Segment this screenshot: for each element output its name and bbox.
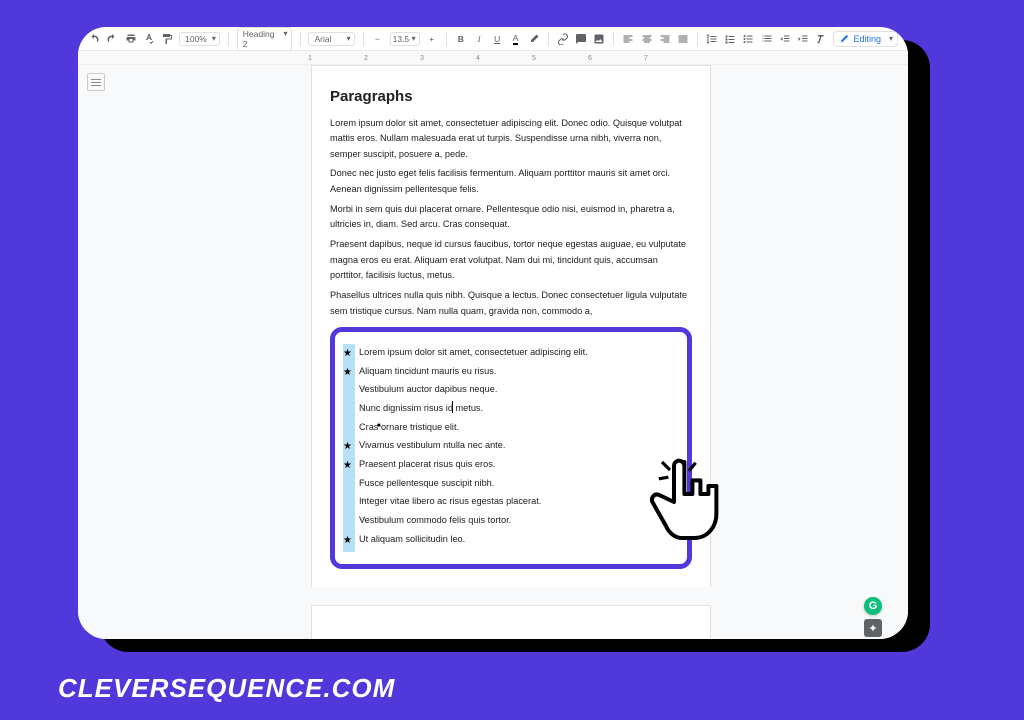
text-color-icon[interactable]: A	[509, 32, 521, 46]
list-item[interactable]: Aliquam tincidunt mauris eu risus.	[343, 364, 673, 380]
bulleted-list-icon[interactable]	[742, 32, 754, 46]
selection-highlight: Lorem ipsum dolor sit amet, consectetuer…	[330, 327, 692, 569]
explore-button[interactable]: ✦	[864, 619, 882, 637]
workspace: Paragraphs Lorem ipsum dolor sit amet, c…	[78, 65, 908, 639]
list-item[interactable]: Integer vitae libero ac risus egestas pl…	[343, 494, 673, 510]
list-item[interactable]: Vestibulum auctor dapibus neque.	[343, 382, 673, 398]
paint-format-icon[interactable]	[161, 32, 173, 46]
page-1[interactable]: Paragraphs Lorem ipsum dolor sit amet, c…	[311, 65, 711, 587]
checklist-icon[interactable]	[724, 32, 736, 46]
line-spacing-icon[interactable]	[706, 32, 718, 46]
insert-image-icon[interactable]	[593, 32, 605, 46]
caret-line: Nunc dignissim risus id metus.	[359, 401, 483, 417]
document-outline-icon[interactable]	[87, 73, 105, 91]
body-paragraph: Praesent dapibus, neque id cursus faucib…	[330, 237, 692, 284]
ruler-mark: 4	[476, 55, 480, 62]
insert-comment-icon[interactable]	[575, 32, 587, 46]
decrease-indent-icon[interactable]	[779, 32, 791, 46]
watermark: CLEVERSEQUENCE.COM	[58, 673, 395, 704]
list-item[interactable]: Praesent placerat risus quis eros.	[343, 457, 673, 473]
list-item[interactable]: Fusce pellentesque suscipit nibh.	[343, 476, 673, 492]
italic-icon[interactable]: I	[473, 32, 485, 46]
body-paragraph: Donec nec justo eget felis facilisis fer…	[330, 166, 692, 197]
spellcheck-icon[interactable]	[143, 32, 155, 46]
mode-label: Editing	[853, 34, 881, 44]
zoom-select[interactable]: 100%	[179, 32, 220, 46]
ruler-mark: 1	[308, 55, 312, 62]
left-sidebar	[78, 65, 114, 639]
ruler-mark: 6	[588, 55, 592, 62]
numbered-list-icon[interactable]	[761, 32, 773, 46]
decrease-font-icon[interactable]: −	[371, 32, 383, 46]
ruler-mark: 3	[420, 55, 424, 62]
list-item[interactable]: Ut aliquam sollicitudin leo.	[343, 532, 673, 548]
list-item[interactable]: Vestibulum commodo felis quis tortor.	[343, 513, 673, 529]
align-justify-icon[interactable]	[677, 32, 689, 46]
ruler-mark: 7	[644, 55, 648, 62]
clear-formatting-icon[interactable]	[815, 32, 827, 46]
body-paragraph: Phasellus ultrices nulla quis nibh. Quis…	[330, 288, 692, 319]
body-paragraph: Morbi in sem quis dui placerat ornare. P…	[330, 202, 692, 233]
list-item[interactable]: Nunc dignissim risus id metus.	[343, 401, 673, 417]
align-center-icon[interactable]	[640, 32, 652, 46]
insert-link-icon[interactable]	[557, 32, 569, 46]
google-docs-window: 100% Heading 2 Arial − 13.5 + B I U A	[78, 27, 908, 639]
align-left-icon[interactable]	[622, 32, 634, 46]
document-canvas[interactable]: Paragraphs Lorem ipsum dolor sit amet, c…	[114, 65, 908, 639]
align-right-icon[interactable]	[659, 32, 671, 46]
page-2[interactable]: Cras iaculis ultricies nulla. Donec quis…	[311, 605, 711, 639]
increase-font-icon[interactable]: +	[426, 32, 438, 46]
redo-icon[interactable]	[106, 32, 118, 46]
grammarly-badge[interactable]: G	[864, 597, 882, 615]
list-item[interactable]: Cras ornare tristique elit.	[343, 420, 673, 436]
ruler[interactable]: 1 2 3 4 5 6 7	[78, 51, 908, 65]
paragraph-style-select[interactable]: Heading 2	[237, 27, 292, 51]
list-item[interactable]: Lorem ipsum dolor sit amet, consectetuer…	[343, 345, 673, 361]
print-icon[interactable]	[124, 32, 136, 46]
underline-icon[interactable]: U	[491, 32, 503, 46]
increase-indent-icon[interactable]	[797, 32, 809, 46]
ruler-mark: 2	[364, 55, 368, 62]
body-paragraph: Lorem ipsum dolor sit amet, consectetuer…	[330, 116, 692, 163]
heading-paragraphs: Paragraphs	[330, 84, 692, 110]
pencil-icon	[840, 34, 849, 43]
mode-button[interactable]: Editing	[833, 31, 898, 47]
undo-icon[interactable]	[88, 32, 100, 46]
list-item[interactable]: Vivamus vestibulum ntulla nec ante.	[343, 438, 673, 454]
toolbar: 100% Heading 2 Arial − 13.5 + B I U A	[78, 27, 908, 51]
font-size-input[interactable]: 13.5	[390, 32, 420, 46]
font-select[interactable]: Arial	[308, 32, 354, 46]
ruler-mark: 5	[532, 55, 536, 62]
bold-icon[interactable]: B	[455, 32, 467, 46]
highlight-color-icon[interactable]	[528, 32, 540, 46]
